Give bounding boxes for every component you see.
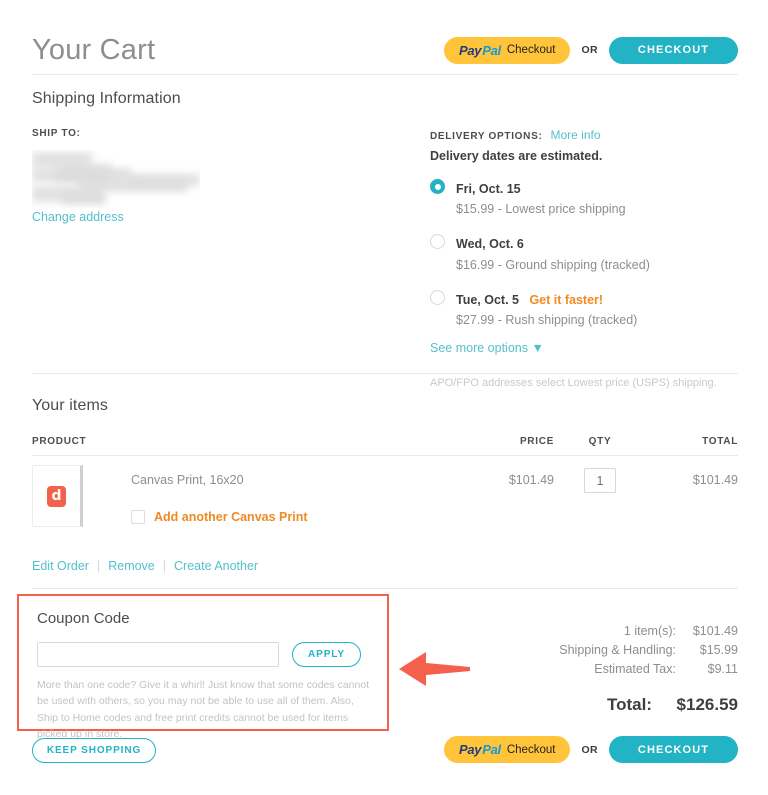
order-summary: 1 item(s): $101.49 Shipping & Handling: … xyxy=(508,624,738,715)
more-info-link[interactable]: More info xyxy=(550,128,600,142)
radio-icon[interactable] xyxy=(430,234,445,250)
paypal-checkout-label: Checkout xyxy=(506,44,556,56)
add-another-row[interactable]: Add another Canvas Print xyxy=(131,510,462,524)
shipping-divider xyxy=(32,373,738,374)
delivery-options-block: DELIVERY OPTIONS: More info Delivery dat… xyxy=(430,128,750,389)
shipping-section-title: Shipping Information xyxy=(32,90,181,107)
summary-value: $9.11 xyxy=(707,662,738,676)
column-header-total: TOTAL xyxy=(702,436,738,447)
apo-fpo-note: APO/FPO addresses select Lowest price (U… xyxy=(430,376,717,389)
cart-header: Your Cart Pay Pal Checkout OR CHECKOUT xyxy=(32,26,738,74)
delivery-option-2[interactable]: Tue, Oct. 5 Get it faster! $27.99 - Rush… xyxy=(430,288,750,329)
delivery-options-label: DELIVERY OPTIONS: xyxy=(430,131,543,142)
summary-value: $101.49 xyxy=(692,624,738,638)
footer-checkout-group: Pay Pal Checkout OR CHECKOUT xyxy=(443,736,738,763)
coupon-code-input[interactable] xyxy=(37,642,279,667)
summary-value: $15.99 xyxy=(699,643,738,657)
checkout-button[interactable]: CHECKOUT xyxy=(609,36,738,64)
or-divider-label: OR xyxy=(581,44,598,56)
grand-total-row: Total: $126.59 xyxy=(508,695,738,715)
item-action-links: Edit Order | Remove | Create Another xyxy=(32,559,258,573)
delivery-estimate-note: Delivery dates are estimated. xyxy=(430,149,603,163)
delivery-option-date: Tue, Oct. 5 xyxy=(456,292,519,307)
grand-total-value: $126.59 xyxy=(676,695,738,714)
redacted-address xyxy=(32,150,200,208)
create-another-link[interactable]: Create Another xyxy=(174,559,258,573)
quantity-input[interactable] xyxy=(584,468,616,493)
product-info: Canvas Print, 16x20 Add another Canvas P… xyxy=(104,465,462,524)
checkout-button-footer[interactable]: CHECKOUT xyxy=(609,736,738,763)
or-divider-label: OR xyxy=(581,743,598,756)
product-thumbnail[interactable]: d xyxy=(32,465,83,527)
delivery-option-list: Fri, Oct. 15 $15.99 - Lowest price shipp… xyxy=(430,177,750,329)
delivery-option-desc: $16.99 - Ground shipping (tracked) xyxy=(456,257,650,272)
coupon-code-section: Coupon Code APPLY More than one code? Gi… xyxy=(17,594,389,740)
delivery-option-0[interactable]: Fri, Oct. 15 $15.99 - Lowest price shipp… xyxy=(430,177,750,218)
delivery-option-desc: $27.99 - Rush shipping (tracked) xyxy=(456,312,638,327)
delivery-option-date: Fri, Oct. 15 xyxy=(456,182,521,196)
items-divider xyxy=(32,588,738,589)
column-header-price: PRICE xyxy=(519,436,554,447)
checkbox-icon[interactable] xyxy=(131,510,145,524)
delivery-option-1[interactable]: Wed, Oct. 6 $16.99 - Ground shipping (tr… xyxy=(430,232,750,273)
grand-total-label: Total: xyxy=(606,695,652,714)
summary-label: 1 item(s): xyxy=(623,624,676,638)
product-name: Canvas Print, 16x20 xyxy=(131,473,244,487)
summary-label: Shipping & Handling: xyxy=(559,643,676,657)
table-row: d Canvas Print, 16x20 Add another Canvas… xyxy=(32,465,738,527)
link-separator: | xyxy=(96,559,101,573)
product-total: $101.49 xyxy=(692,473,738,487)
link-separator: | xyxy=(162,559,167,573)
summary-line: 1 item(s): $101.49 xyxy=(508,624,738,638)
summary-line: Estimated Tax: $9.11 xyxy=(508,662,738,676)
header-divider xyxy=(32,74,738,75)
remove-item-link[interactable]: Remove xyxy=(108,559,155,573)
header-checkout-group: Pay Pal Checkout OR CHECKOUT xyxy=(443,36,738,64)
product-qty-cell xyxy=(554,465,646,493)
paypal-checkout-label: Checkout xyxy=(506,743,556,756)
cart-page: Your Cart Pay Pal Checkout OR CHECKOUT Sh… xyxy=(0,0,768,795)
delivery-option-badge: Get it faster! xyxy=(529,292,604,307)
paypal-checkout-button-footer[interactable]: Pay Pal Checkout xyxy=(443,736,571,763)
items-header-divider xyxy=(32,455,738,456)
items-table-header: PRODUCT PRICE QTY TOTAL xyxy=(32,436,738,447)
coupon-fine-print: More than one code? Give it a whirl! Jus… xyxy=(37,679,370,740)
paypal-pal-text: Pal xyxy=(482,742,501,757)
radio-icon-selected[interactable] xyxy=(430,179,445,194)
paypal-checkout-button[interactable]: Pay Pal Checkout xyxy=(443,36,571,64)
paypal-pal-text: Pal xyxy=(482,42,501,58)
items-section-title: Your items xyxy=(32,397,108,414)
delivery-option-desc: $15.99 - Lowest price shipping xyxy=(456,202,626,217)
annotation-arrow-icon xyxy=(396,650,472,693)
paypal-pay-text: Pay xyxy=(458,742,482,757)
add-another-label: Add another Canvas Print xyxy=(154,510,308,524)
brand-d-icon: d xyxy=(47,485,66,507)
summary-label: Estimated Tax: xyxy=(594,662,676,676)
see-more-options-toggle[interactable]: See more options ▼ xyxy=(430,341,750,355)
radio-icon[interactable] xyxy=(430,289,445,305)
product-thumbnail-wrap: d xyxy=(32,465,104,527)
change-address-link[interactable]: Change address xyxy=(32,210,124,224)
ship-to-label: SHIP TO: xyxy=(32,128,81,139)
page-title: Your Cart xyxy=(32,33,156,66)
coupon-section-title: Coupon Code xyxy=(37,610,130,627)
summary-line: Shipping & Handling: $15.99 xyxy=(508,643,738,657)
paypal-pay-text: Pay xyxy=(458,42,482,58)
keep-shopping-button[interactable]: KEEP SHOPPING xyxy=(32,738,156,763)
product-price: $101.49 xyxy=(508,473,554,487)
column-header-product: PRODUCT xyxy=(32,436,87,447)
column-header-qty: QTY xyxy=(588,436,612,447)
edit-order-link[interactable]: Edit Order xyxy=(32,559,89,573)
apply-coupon-button[interactable]: APPLY xyxy=(292,642,361,667)
ship-to-block: SHIP TO: Change address xyxy=(32,128,200,226)
delivery-option-date: Wed, Oct. 6 xyxy=(456,237,524,252)
